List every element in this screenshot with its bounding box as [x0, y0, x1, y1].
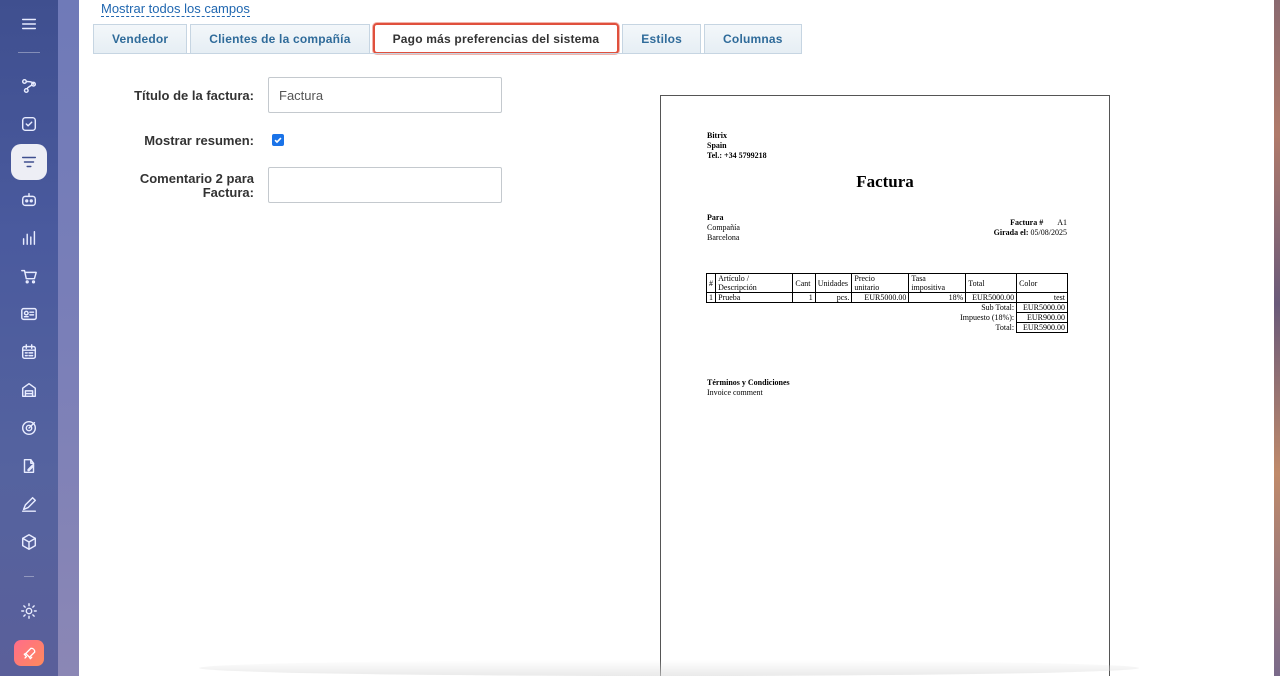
row-total: EUR5000.00: [965, 292, 1018, 303]
subtotal-row: Sub Total: EUR5000.00: [707, 302, 1068, 313]
checkbox-icon[interactable]: [11, 106, 47, 142]
tax-row: Impuesto (18%): EUR900.00: [707, 312, 1068, 323]
box-icon[interactable]: [11, 524, 47, 560]
calendar-list-icon[interactable]: [11, 334, 47, 370]
invoice-title-input[interactable]: [268, 77, 502, 113]
table-row: 1 Prueba 1 pcs. EUR5000.00 18% EUR5000.0…: [705, 292, 1068, 303]
invoice-meta-block: Factura # A1 Girada el: 05/08/2025: [994, 218, 1067, 238]
subtotal-value: EUR5000.00: [1016, 302, 1068, 313]
tab-pago-preferencias[interactable]: Pago más preferencias del sistema: [372, 23, 620, 54]
table-header-row: # Artículo / Descripción Cant Unidades Pr…: [705, 273, 1068, 293]
menu-icon[interactable]: [11, 6, 47, 42]
right-edge-background: [1274, 0, 1280, 676]
filter-icon[interactable]: [11, 144, 47, 180]
bottom-shadow: [199, 660, 1139, 676]
sidebar-edge-strip: [58, 0, 79, 676]
gear-icon[interactable]: [11, 593, 47, 629]
row-color: test: [1016, 292, 1068, 303]
cart-icon[interactable]: [11, 258, 47, 294]
comment-input[interactable]: [268, 167, 502, 203]
show-summary-checkbox[interactable]: [272, 134, 284, 146]
invoice-terms-block: Términos y Condiciones Invoice comment: [707, 378, 790, 398]
col-price: Precio unitario: [851, 273, 910, 293]
show-summary-label: Mostrar resumen:: [144, 133, 254, 148]
terms-text: Invoice comment: [707, 388, 763, 397]
invoice-preview: Bitrix Spain Tel.: +34 5799218 Factura P…: [660, 95, 1110, 676]
col-units: Unidades: [814, 273, 853, 293]
pen-icon[interactable]: [11, 486, 47, 522]
tab-bar: Vendedor Clientes de la compañía Pago má…: [93, 23, 805, 54]
rocket-icon[interactable]: [14, 640, 44, 666]
col-item: Artículo / Descripción: [715, 273, 794, 293]
invoice-date-label: Girada el:: [993, 228, 1029, 237]
subtotal-label: Sub Total:: [981, 303, 1015, 313]
invoice-number-label: Factura #: [1010, 218, 1044, 227]
invoice-date-value: 05/08/2025: [1030, 228, 1067, 237]
tab-clientes[interactable]: Clientes de la compañía: [190, 24, 370, 54]
row-qty: 1: [792, 292, 816, 303]
warehouse-icon[interactable]: [11, 372, 47, 408]
tax-label: Impuesto (18%):: [960, 313, 1015, 322]
show-all-fields-link[interactable]: Mostrar todos los campos: [101, 1, 250, 17]
recipient-company: Compañía: [707, 223, 740, 232]
sidebar-divider: [18, 52, 40, 53]
invoice-company-block: Bitrix Spain Tel.: +34 5799218: [707, 131, 767, 161]
tab-vendedor[interactable]: Vendedor: [93, 24, 188, 54]
grand-total-value: EUR5900.00: [1016, 322, 1068, 333]
company-country: Spain: [707, 141, 727, 150]
tab-underline: [93, 53, 756, 54]
invoice-title-label: Título de la factura:: [134, 88, 254, 103]
row-price: EUR5000.00: [851, 292, 910, 303]
chart-icon[interactable]: [11, 220, 47, 256]
tax-value: EUR900.00: [1016, 312, 1068, 323]
col-color: Color: [1016, 273, 1068, 293]
invoice-heading: Factura: [856, 172, 914, 191]
col-num: #: [705, 273, 717, 293]
target-icon[interactable]: [11, 410, 47, 446]
col-qty: Cant: [792, 273, 816, 293]
left-sidebar: [0, 0, 58, 676]
flow-icon[interactable]: [11, 68, 47, 104]
invoice-recipient-block: Para Compañía Barcelona: [707, 213, 740, 243]
tab-estilos[interactable]: Estilos: [622, 24, 702, 54]
robot-icon[interactable]: [11, 182, 47, 218]
main-content: Mostrar todos los campos Vendedor Client…: [79, 0, 1274, 676]
document-edit-icon[interactable]: [11, 448, 47, 484]
sidebar-divider: [24, 576, 34, 577]
col-tax: Tasa impositiva: [908, 273, 967, 293]
comment-label-line1: Comentario 2 para: [139, 171, 254, 186]
recipient-city: Barcelona: [707, 233, 740, 242]
comment-label-line2: Factura:: [202, 185, 254, 200]
contact-card-icon[interactable]: [11, 296, 47, 332]
row-item: Prueba: [715, 292, 794, 303]
tab-columnas[interactable]: Columnas: [704, 24, 802, 54]
company-phone: Tel.: +34 5799218: [707, 151, 767, 160]
terms-title: Términos y Condiciones: [707, 378, 790, 387]
col-total: Total: [965, 273, 1018, 293]
invoice-number-value: A1: [1057, 218, 1067, 227]
invoice-items-table: # Artículo / Descripción Cant Unidades Pr…: [705, 273, 1068, 333]
row-tax: 18%: [908, 292, 967, 303]
grand-total-row: Total: EUR5900.00: [707, 322, 1068, 333]
comment-label: Comentario 2 para Factura:: [119, 172, 254, 200]
grand-total-label: Total:: [995, 323, 1015, 332]
checkmark-icon: [274, 137, 282, 144]
row-units: pcs.: [814, 292, 853, 303]
recipient-label: Para: [707, 213, 724, 222]
row-num: 1: [705, 292, 717, 303]
company-name: Bitrix: [707, 131, 727, 140]
